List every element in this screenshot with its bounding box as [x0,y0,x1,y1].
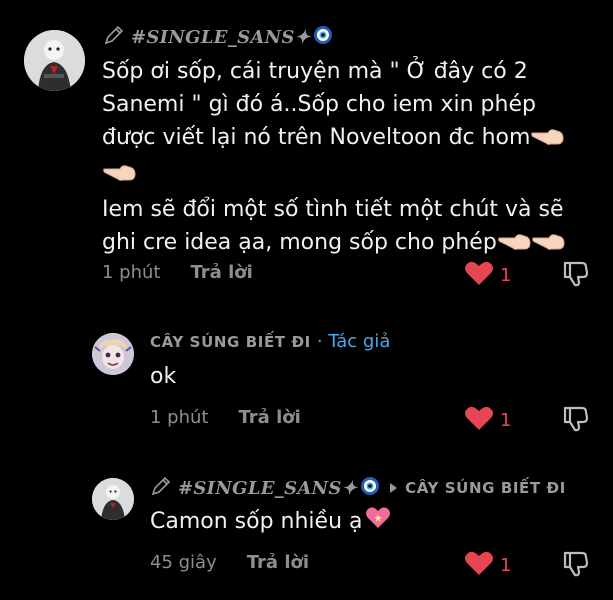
heart-icon [464,550,494,581]
evil-eye-icon [313,25,333,49]
comment-line [102,157,607,193]
reply-arrow-icon [390,483,398,493]
avatar[interactable] [92,478,134,520]
reply-button[interactable]: Trả lời [190,262,252,283]
dislike-icon[interactable] [561,403,591,437]
avatar[interactable] [92,333,134,375]
comment-meta: 1 phút Trả lời [102,262,253,283]
comment-text: ok [150,364,177,389]
dislike-icon[interactable] [561,258,591,292]
heart-icon [464,405,494,436]
comment-meta: 45 giây Trả lời [150,552,309,573]
author-name[interactable]: #SINGLE_SANS✦ [131,27,310,48]
comment-line-text: Camon sốp nhiều ạ [150,509,363,534]
like-button[interactable]: 1 [464,550,511,581]
author-row: #SINGLE_SANS✦ CÂY SÚNG BIẾT ĐI [150,475,566,501]
comment-line-text: được viết lại nó trên Noveltoon đc hom [102,125,531,150]
reply-button[interactable]: Trả lời [238,407,300,428]
comment-text: Camon sốp nhiều ạ [150,505,391,540]
comment-line: được viết lại nó trên Noveltoon đc hom [102,121,607,157]
like-count: 1 [500,265,512,286]
author-name[interactable]: CÂY SÚNG BIẾT ĐI [150,333,311,351]
evil-eye-icon [360,476,380,500]
like-count: 1 [500,410,512,431]
comment-line-text: ghi cre idea ạa, mong sốp cho phép [102,230,497,255]
author-name[interactable]: #SINGLE_SANS✦ [178,478,357,499]
author-row: CÂY SÚNG BIẾT ĐI · Tác giả [150,331,390,352]
comment-text: Sốp ơi sốp, cái truyện mà " Ở đây có 2 S… [102,55,607,262]
comment-line: ghi cre idea ạa, mong sốp cho phép [102,226,607,262]
comment-meta: 1 phút Trả lời [150,407,301,428]
pointing-hand-emoji [497,229,531,262]
avatar-image [92,333,134,375]
timestamp: 1 phút [150,407,209,428]
like-count: 1 [500,555,512,576]
timestamp: 45 giây [150,552,217,573]
avatar-image [92,478,134,520]
comment-line: Iem sẽ đổi một số tình tiết một chút và … [102,197,564,222]
like-button[interactable]: 1 [464,405,511,436]
reply-button[interactable]: Trả lời [247,552,309,573]
author-badge: · Tác giả [316,331,391,352]
author-row: #SINGLE_SANS✦ [103,24,333,50]
heart-icon [464,260,494,291]
timestamp: 1 phút [102,262,161,283]
like-button[interactable]: 1 [464,260,511,291]
pointing-hand-emoji [530,124,564,157]
avatar-image [24,30,85,91]
pencil-icon [103,24,125,50]
pointing-hand-emoji [531,229,565,262]
pencil-icon [150,475,172,501]
comment-line: Sanemi " gì đó á..Sốp cho iem xin phép [102,92,536,117]
pointing-hand-emoji [102,160,136,193]
sparkling-heart-emoji [365,506,391,540]
avatar[interactable] [24,30,85,91]
reply-to-name[interactable]: CÂY SÚNG BIẾT ĐI [405,479,566,497]
comment-line: Sốp ơi sốp, cái truyện mà " Ở đây có 2 [102,59,528,84]
dislike-icon[interactable] [561,548,591,582]
